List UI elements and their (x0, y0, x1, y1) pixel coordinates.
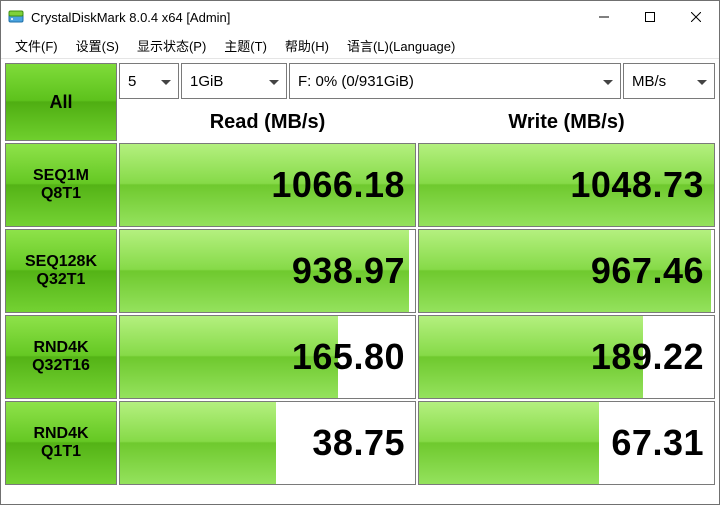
menu-theme[interactable]: 主题(T) (216, 34, 275, 57)
drive-select[interactable]: F: 0% (0/931GiB) (289, 63, 621, 99)
test-label-line2: Q1T1 (41, 443, 81, 461)
test-label-line1: SEQ128K (25, 253, 97, 271)
test-label-line1: RND4K (33, 339, 88, 357)
read-header: Read (MB/s) (119, 103, 416, 141)
count-select[interactable]: 5 (119, 63, 179, 99)
write-value-rnd4k-q32: 189.22 (418, 315, 715, 399)
read-value-seq128k: 938.97 (119, 229, 416, 313)
run-all-label: All (49, 92, 72, 113)
content-area: All 5 1GiB (1, 59, 719, 504)
read-value-rnd4k-q32: 165.80 (119, 315, 416, 399)
run-seq1m-button[interactable]: SEQ1M Q8T1 (5, 143, 117, 227)
test-label-line1: RND4K (33, 425, 88, 443)
test-label-line2: Q8T1 (41, 185, 81, 203)
size-select[interactable]: 1GiB (181, 63, 287, 99)
menu-help[interactable]: 帮助(H) (277, 34, 337, 57)
app-icon (7, 8, 25, 26)
minimize-button[interactable] (581, 1, 627, 33)
unit-select[interactable]: MB/s (623, 63, 715, 99)
write-value-rnd4k-q1: 67.31 (418, 401, 715, 485)
menu-file[interactable]: 文件(F) (7, 34, 66, 57)
menu-settings[interactable]: 设置(S) (68, 34, 127, 57)
maximize-button[interactable] (627, 1, 673, 33)
menu-language[interactable]: 语言(L)(Language) (339, 34, 463, 57)
close-button[interactable] (673, 1, 719, 33)
read-value-seq1m: 1066.18 (119, 143, 416, 227)
test-label-line1: SEQ1M (33, 167, 89, 185)
test-row-rnd4k-q32: RND4K Q32T16 165.80 189.22 (5, 315, 715, 399)
test-row-rnd4k-q1: RND4K Q1T1 38.75 67.31 (5, 401, 715, 485)
menubar: 文件(F) 设置(S) 显示状态(P) 主题(T) 帮助(H) 语言(L)(La… (1, 33, 719, 59)
write-value-seq128k: 967.46 (418, 229, 715, 313)
window-title: CrystalDiskMark 8.0.4 x64 [Admin] (31, 10, 230, 25)
read-value-rnd4k-q1: 38.75 (119, 401, 416, 485)
test-row-seq1m: SEQ1M Q8T1 1066.18 1048.73 (5, 143, 715, 227)
write-value-seq1m: 1048.73 (418, 143, 715, 227)
run-all-button[interactable]: All (5, 63, 117, 141)
run-seq128k-button[interactable]: SEQ128K Q32T1 (5, 229, 117, 313)
app-window: CrystalDiskMark 8.0.4 x64 [Admin] 文件(F) … (0, 0, 720, 505)
titlebar: CrystalDiskMark 8.0.4 x64 [Admin] (1, 1, 719, 33)
test-label-line2: Q32T16 (32, 357, 90, 375)
write-header: Write (MB/s) (418, 103, 715, 141)
test-label-line2: Q32T1 (37, 271, 86, 289)
run-rnd4k-q32-button[interactable]: RND4K Q32T16 (5, 315, 117, 399)
run-rnd4k-q1-button[interactable]: RND4K Q1T1 (5, 401, 117, 485)
menu-display[interactable]: 显示状态(P) (129, 34, 214, 57)
test-row-seq128k: SEQ128K Q32T1 938.97 967.46 (5, 229, 715, 313)
